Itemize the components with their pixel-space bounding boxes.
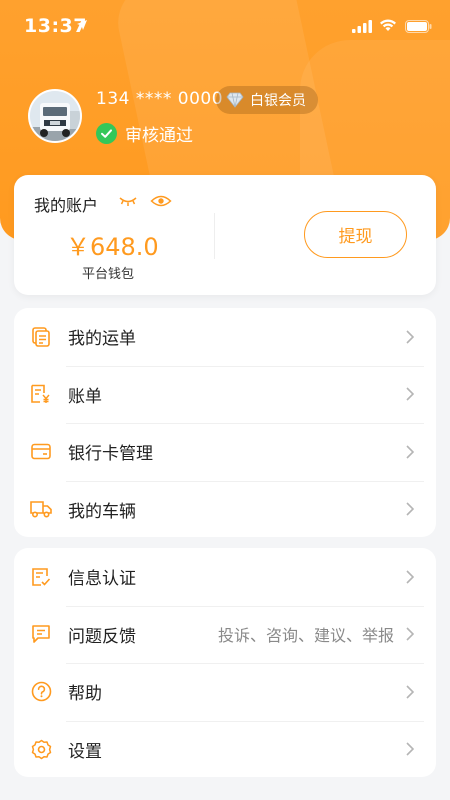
withdraw-button[interactable]: 提现 <box>304 211 407 258</box>
help-icon <box>30 681 52 703</box>
menu-group-primary: 我的运单 账单 银行卡管理 我的车辆 <box>14 308 436 537</box>
menu-item-bank-cards[interactable]: 银行卡管理 <box>14 423 436 481</box>
chevron-right-icon <box>406 570 414 584</box>
chevron-right-icon <box>406 330 414 344</box>
menu-item-hint: 投诉、咨询、建议、举报 <box>217 626 394 646</box>
chevron-right-icon <box>406 627 414 641</box>
wallet-label: 平台钱包 <box>82 267 135 282</box>
chevron-right-icon <box>406 445 414 459</box>
chevron-right-icon <box>406 387 414 401</box>
wifi-icon <box>380 19 396 31</box>
chevron-right-icon <box>406 742 414 756</box>
waybill-icon <box>30 326 52 348</box>
account-card: 我的账户 ￥648.0 平台钱包 提现 <box>14 175 436 295</box>
chevron-right-icon <box>406 502 414 516</box>
verify-status-label: 审核通过 <box>125 126 193 146</box>
menu-item-label: 银行卡管理 <box>68 444 153 465</box>
menu-item-label: 帮助 <box>68 684 102 705</box>
menu-item-label: 我的车辆 <box>68 501 136 522</box>
bank-card-icon <box>30 441 52 463</box>
status-bar: 13:37 <box>0 0 450 52</box>
menu-item-label: 设置 <box>68 741 102 762</box>
menu-group-secondary: 信息认证 问题反馈 投诉、咨询、建议、举报 帮助 设置 <box>14 548 436 777</box>
battery-icon <box>405 20 432 33</box>
location-arrow-icon <box>77 20 87 30</box>
menu-item-label: 我的运单 <box>68 329 136 350</box>
menu-item-label: 信息认证 <box>68 569 136 590</box>
member-badge-label: 白银会员 <box>250 93 306 109</box>
menu-item-label: 问题反馈 <box>68 626 136 647</box>
phone-number: 134 **** 0000 <box>96 89 224 109</box>
eye-open-icon[interactable] <box>150 194 172 208</box>
eye-closed-icon[interactable] <box>118 195 138 207</box>
menu-item-help[interactable]: 帮助 <box>14 663 436 721</box>
avatar[interactable] <box>28 89 82 143</box>
menu-item-my-vehicles[interactable]: 我的车辆 <box>14 480 436 539</box>
menu-item-label: 账单 <box>68 386 102 407</box>
divider <box>214 213 215 259</box>
menu-item-my-waybills[interactable]: 我的运单 <box>14 308 436 366</box>
verify-status: 审核通过 <box>96 121 193 146</box>
check-circle-icon <box>96 123 117 144</box>
account-title: 我的账户 <box>34 196 99 215</box>
menu-item-verification[interactable]: 信息认证 <box>14 548 436 606</box>
settings-icon <box>30 738 52 760</box>
member-badge[interactable]: 白银会员 <box>216 86 318 114</box>
menu-item-settings[interactable]: 设置 <box>14 720 436 779</box>
menu-item-bills[interactable]: 账单 <box>14 365 436 424</box>
certificate-icon <box>30 566 52 588</box>
menu-item-feedback[interactable]: 问题反馈 投诉、咨询、建议、举报 <box>14 605 436 664</box>
signal-icon <box>352 20 372 33</box>
balance-amount: ￥648.0 <box>66 233 159 261</box>
bill-icon <box>30 383 52 405</box>
chevron-right-icon <box>406 685 414 699</box>
diamond-icon <box>226 92 244 108</box>
feedback-icon <box>30 623 52 645</box>
truck-icon <box>30 498 52 520</box>
